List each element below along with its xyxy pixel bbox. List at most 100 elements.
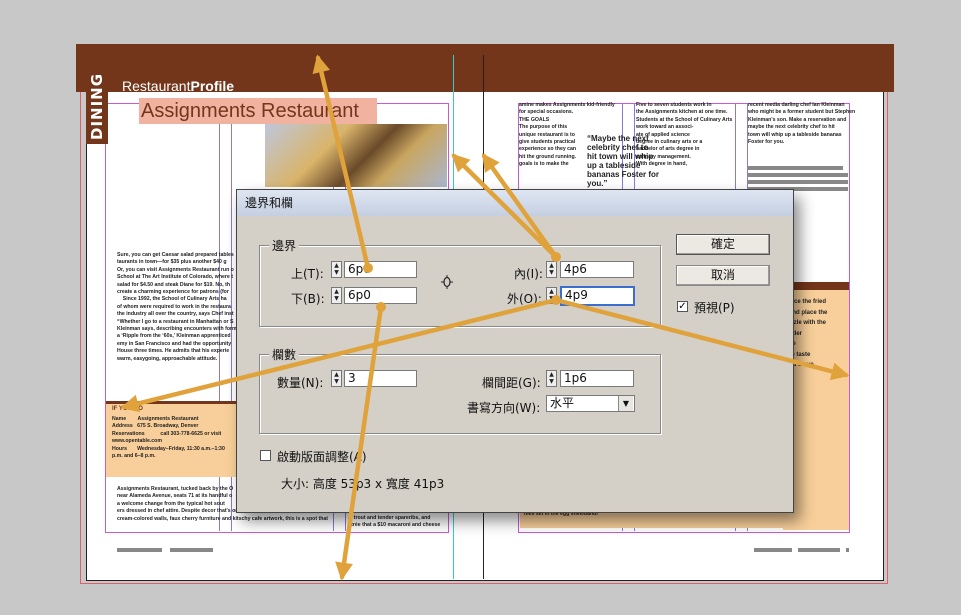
preview-label[interactable]: 預視(P) [694,299,735,316]
margins-group-label: 邊界 [269,237,300,254]
body-text-line: School at The Art Institute of Colorado,… [117,274,233,281]
layout-adjust-checkbox[interactable] [260,450,271,461]
body-text-line: create a charming experience for patrons… [117,289,229,296]
recipe-text-line: nd serve. [789,362,816,368]
body-text-line: Since 1992, the School of Culinary Arts … [117,296,227,303]
right-col3-text[interactable]: Five to seven students work in the Assign… [636,102,732,169]
body-text-line: Foster for you. [748,139,785,146]
right-col4-text[interactable]: recent media darling chef Ian Kleinman wh… [748,102,855,146]
recipe-box-text: lace the fried and place the izzle with th… [789,297,827,371]
column-count-spinner[interactable]: ▲ ▼ [331,370,342,387]
top-margin-label: 上(T): [291,267,324,281]
body-text-line: cream-colored walls, faux cherry furnitu… [117,515,329,522]
recipe-text-line: izzle with the [789,320,827,326]
inside-margin-label: 內(I): [514,267,543,281]
body-text-line: maybe the next celebrity chef to hit [748,124,835,131]
margins-columns-dialog: 邊界和欄 邊界 上(T): ▲ ▼ 6p0 下(B): ▲ ▼ 6p0 內(I): … [236,189,794,513]
info-text-line: p.m. and 6–8 p.m. [112,453,156,460]
body-text-line: the Assignments kitchen at one time. [636,109,728,116]
top-margin-spinner[interactable]: ▲ ▼ [331,261,342,278]
layout-adjust-label[interactable]: 啟動版面調整(A) [277,448,367,465]
recipe-text-line: and place the [789,309,828,316]
body-text-line: for special occasions. [519,109,574,116]
recipe-text-line: to taste [789,351,811,358]
recipe-text-line: nder [789,330,803,337]
gutter-label: 欄間距(G): [482,376,541,390]
top-margin-input[interactable]: 6p0 [344,261,417,278]
body-text-line: Or, you can visit Assignments Restaurant… [117,266,234,273]
dialog-title[interactable]: 邊界和欄 [237,190,793,216]
body-text-line: THE GOALS [519,116,550,123]
footer-bar [170,548,213,552]
body-text-line: With degree in hand, [636,161,687,168]
direction-select[interactable]: 水平 ▼ [546,395,635,412]
body-text-line: warm, easygoing, approachable attitude. [117,355,218,362]
gutter-spinner[interactable]: ▲ ▼ [546,370,557,387]
info-text-line: Address 675 S. Broadway, Denver [112,423,199,430]
preview-checkbox[interactable]: ✓ [677,301,688,312]
gutter-input[interactable]: 1p6 [560,370,634,387]
body-text-line: work toward an associ- [636,124,694,131]
restaurant-title[interactable]: Assignments Restaurant [139,98,377,124]
body-text-line: House three times. He admits that his ex… [117,348,230,355]
body-text-line: Sure, you can get Caesar salad prepared … [117,252,234,258]
placeholder-bar [748,173,848,177]
columns-group [259,354,661,434]
body-text-line: town will whip up a tableside bananas [748,131,842,138]
body-text-line: the industry all over the country, says … [117,311,234,318]
info-box-rule [106,401,238,404]
placeholder-bar [748,180,848,184]
info-box-text: Name Assignments Restaurant Address 675 S… [112,416,225,460]
cancel-button[interactable]: 取消 [676,265,770,286]
body-text-line: Kleinman's son. Make a reservation and [748,116,847,123]
direction-value: 水平 [550,396,575,410]
profile-title: RestaurantProfile [122,78,235,94]
ok-button[interactable]: 確定 [676,234,770,255]
body-text-line: Five to seven students work in [636,102,712,108]
body-text-line: culinary management. [636,153,691,160]
body-text-line: Kleinman says, describing encounters wit… [117,326,237,333]
info-text-line: www.opentable.com [112,438,162,445]
footer-bar [846,548,849,552]
body-text-line: a ‘Ripple from the ‘60s,’ Kleinman appre… [117,333,231,340]
footer-bar [117,548,162,552]
info-text-line: Hours Wednesday–Friday, 11:30 a.m.–1:30 [112,445,225,452]
columns-group-label: 欄數 [269,346,300,363]
placeholder-bar [748,166,843,170]
column-count-input[interactable]: 3 [344,370,417,387]
body-text-line: emy in San Francisco and had the opportu… [117,340,232,347]
outside-margin-input[interactable]: 4p9 [560,286,635,306]
column-count-label: 數量(N): [277,376,324,390]
body-text-line: ate of applied science [636,131,690,138]
outside-margin-spinner[interactable]: ▲ ▼ [546,287,557,304]
body-text-line: bachelor of arts degree in [636,146,700,153]
body-text-line: recent media darling chef Ian Kleinman [748,102,845,108]
inside-margin-input[interactable]: 4p6 [560,261,634,278]
direction-label: 書寫方向(W): [467,401,541,415]
body-text-line: taurants in town—for $35 plus another $4… [117,259,227,266]
footer-bar [798,548,840,552]
info-text-line: Name Assignments Restaurant [112,416,199,422]
body-text-line: Students at the School of Culinary Arts [636,116,733,123]
body-text-line: degree in culinary arts or a [636,139,703,146]
bottom-margin-spinner[interactable]: ▲ ▼ [331,287,342,304]
body-text-line: of whom were required to work in the res… [117,303,231,310]
food-photo[interactable] [265,124,447,187]
body-text-line: al trout and tender spareribs, and [348,515,431,521]
body-text-line: ntrée that a $10 macaroni and cheese [348,522,441,529]
chain-link-icon[interactable] [440,274,454,289]
info-text-line: Reservations call 303-778-6625 or visit [112,430,222,437]
page-size-text: 大小: 高度 53p3 x 寬度 41p3 [281,477,445,491]
outside-margin-label: 外(O): [507,292,542,306]
left-bottom-right-text[interactable]: al trout and tender spareribs, and ntrée … [348,515,440,530]
footer-bar [754,548,792,552]
bottom-margin-label: 下(B): [291,292,325,306]
recipe-text-line: se [789,339,827,350]
chevron-down-icon[interactable]: ▼ [618,396,633,411]
body-text-line: “Whether I go to a restaurant in Manhatt… [117,318,234,325]
inside-margin-spinner[interactable]: ▲ ▼ [546,261,557,278]
left-body-text[interactable]: Sure, you can get Caesar salad prepared … [117,252,237,363]
bottom-margin-input[interactable]: 6p0 [344,287,417,304]
body-text-line: amine makes Assignments kid-friendly [519,102,615,108]
body-text-line: salad for $4.50 and steak Diane for $19.… [117,281,231,288]
